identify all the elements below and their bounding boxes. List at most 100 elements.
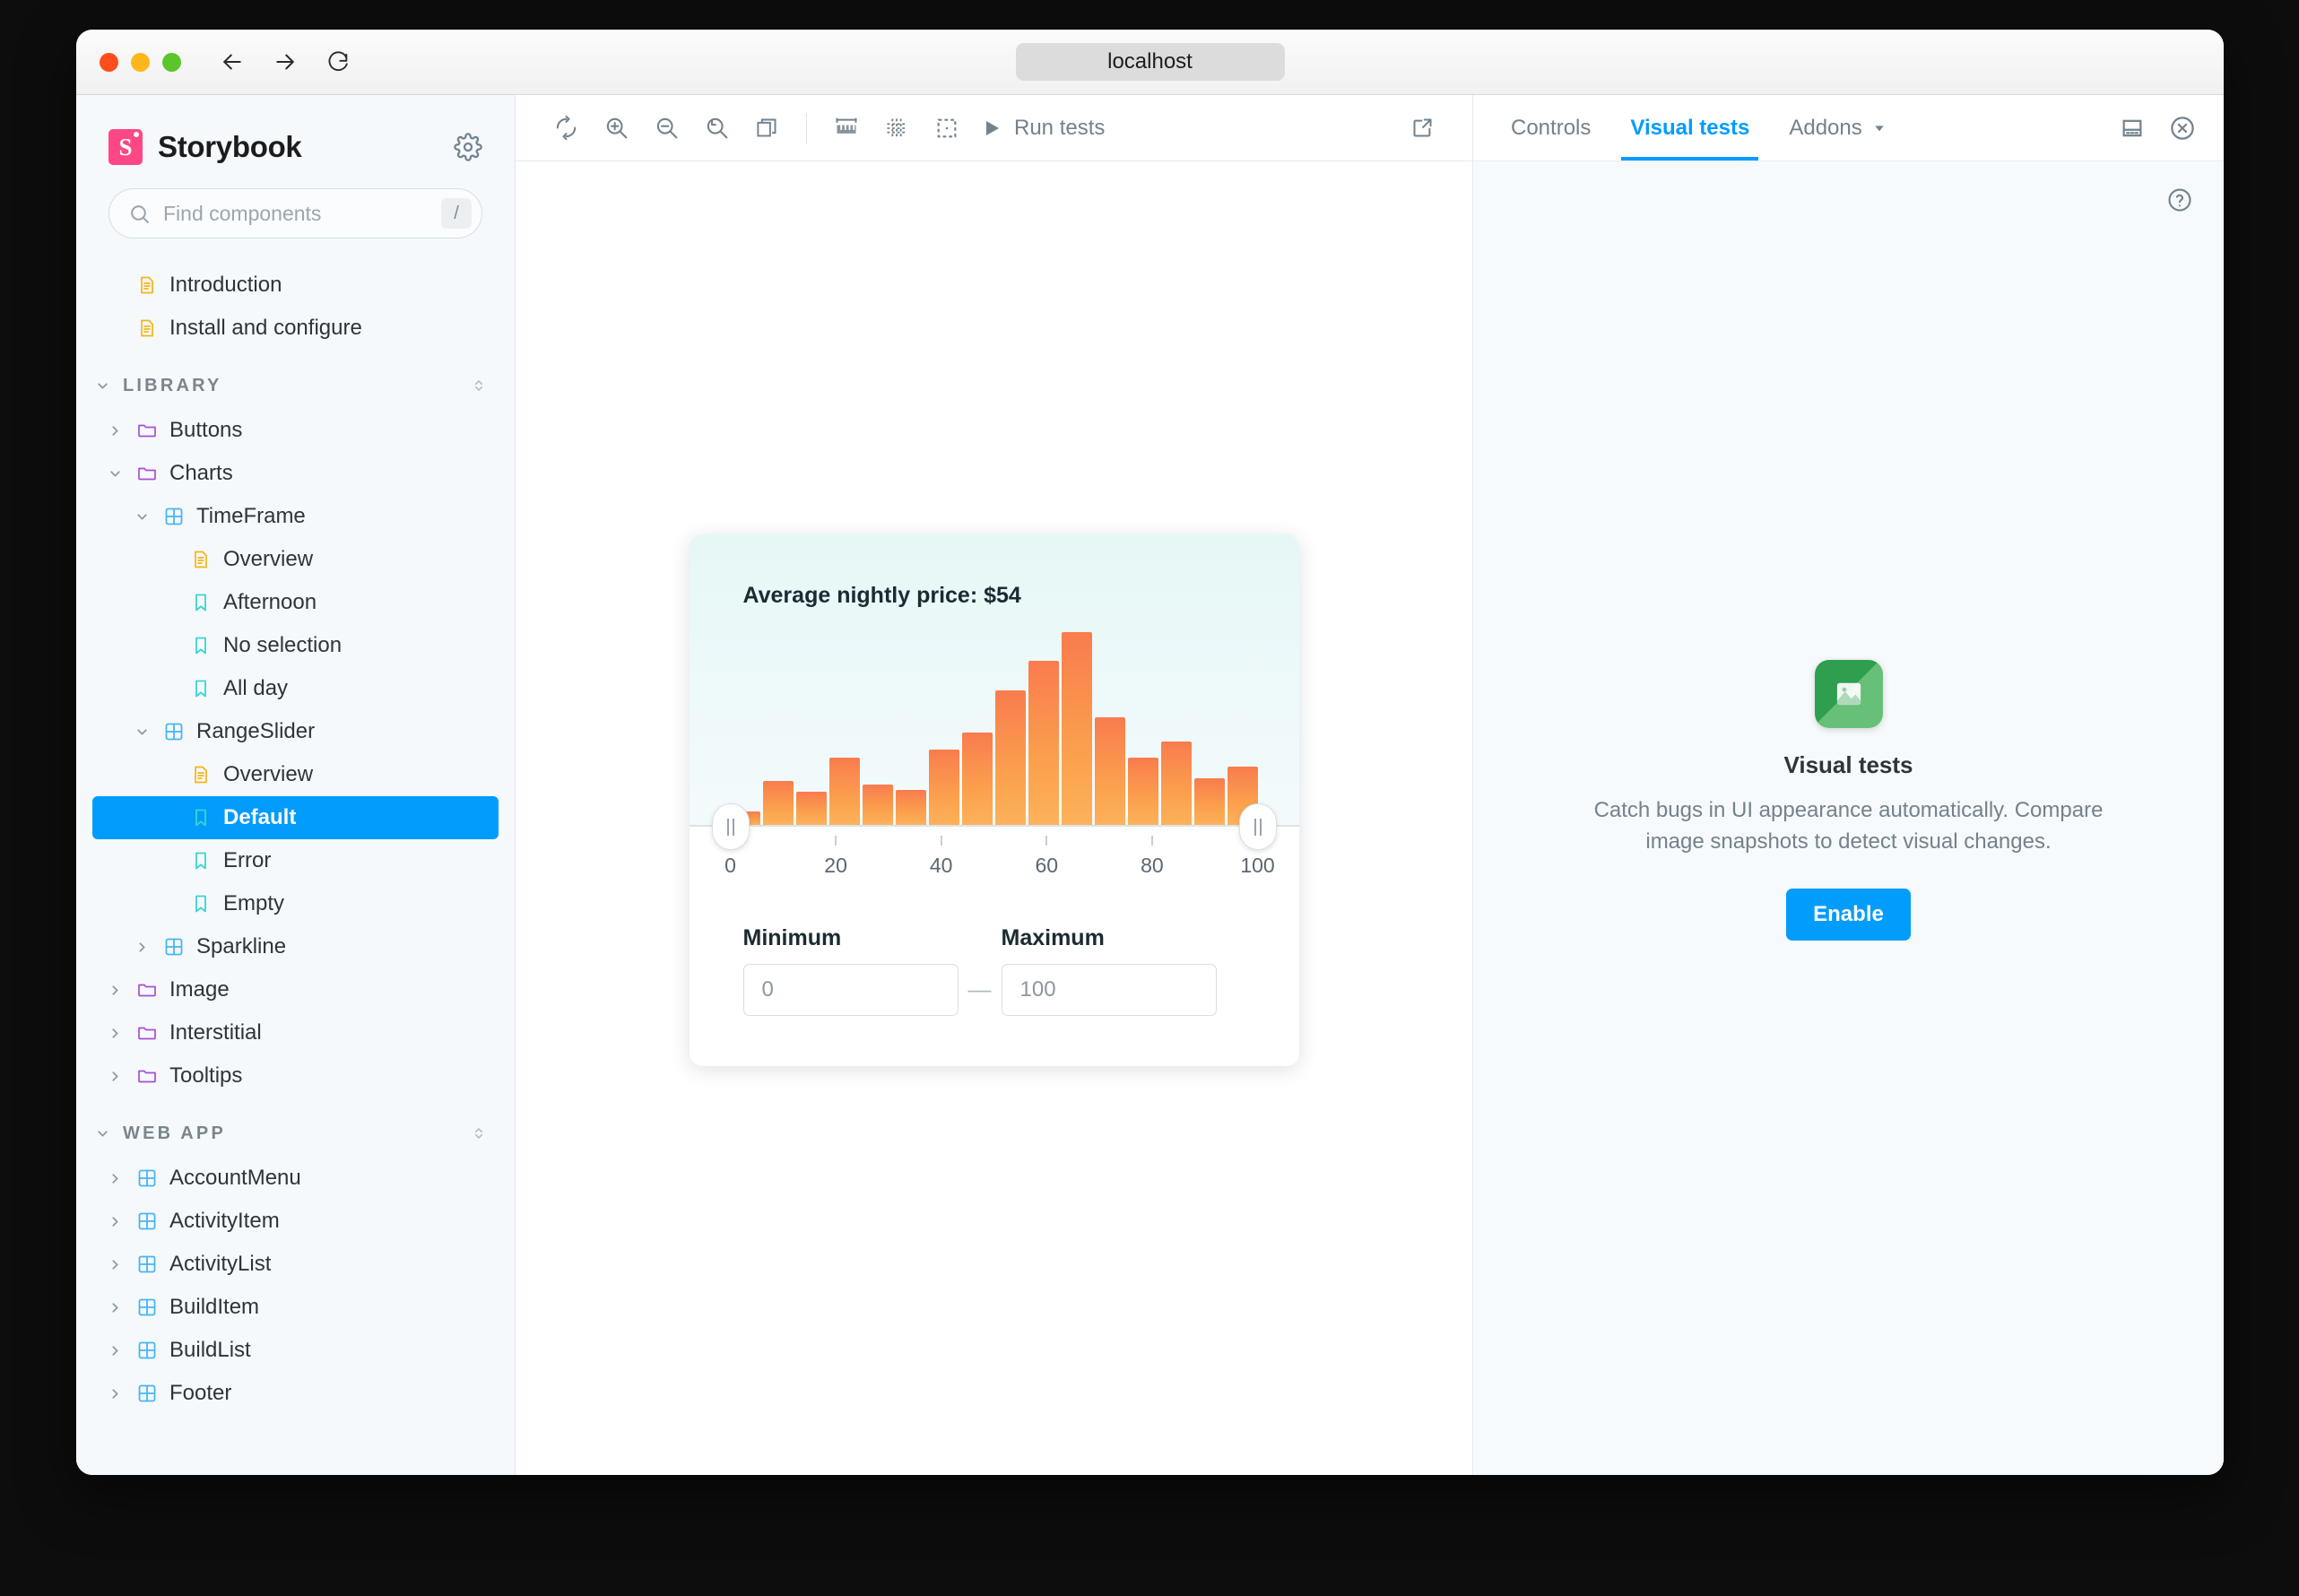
component-icon (162, 506, 186, 527)
sidebar-item-label: Image (169, 977, 230, 1002)
sidebar-item-label: Introduction (169, 273, 282, 297)
sidebar-item-rangeslider[interactable]: RangeSlider (92, 710, 499, 753)
chevron-right-icon[interactable] (105, 1026, 125, 1041)
sidebar-item-interstitial[interactable]: Interstitial (92, 1011, 499, 1054)
sidebar-item-error[interactable]: Error (92, 839, 499, 882)
sidebar-item-no-selection[interactable]: No selection (92, 624, 499, 667)
search-icon (128, 203, 151, 225)
sidebar-item-default[interactable]: Default (92, 796, 499, 839)
sidebar-item-install-and-configure[interactable]: Install and configure (92, 307, 499, 350)
min-handle[interactable] (711, 803, 750, 850)
zoom-reset-icon[interactable] (691, 103, 742, 153)
search-input[interactable] (163, 201, 429, 226)
image-snapshot-icon (1814, 660, 1883, 729)
forward-icon[interactable] (272, 48, 299, 75)
max-handle[interactable] (1238, 803, 1277, 850)
axis-tick (835, 836, 837, 846)
chevron-down-icon[interactable] (105, 466, 125, 481)
chevron-down-icon (1872, 121, 1887, 135)
zoom-in-icon[interactable] (591, 103, 641, 153)
expand-collapse-icon[interactable] (470, 377, 488, 395)
storybook-logo-icon: S (108, 129, 143, 165)
sidebar-item-empty[interactable]: Empty (92, 882, 499, 925)
open-in-new-tab-icon[interactable] (1397, 103, 1447, 153)
tab-visual-tests[interactable]: Visual tests (1610, 95, 1769, 160)
outline-icon[interactable] (922, 103, 972, 153)
sidebar-item-all-day[interactable]: All day (92, 667, 499, 710)
chevron-right-icon[interactable] (105, 1300, 125, 1315)
close-panel-icon[interactable] (2157, 95, 2208, 160)
chevron-right-icon[interactable] (105, 1214, 125, 1229)
sidebar-item-accountmenu[interactable]: AccountMenu (92, 1157, 499, 1200)
chevron-right-icon[interactable] (105, 1386, 125, 1401)
gear-icon[interactable] (454, 133, 482, 161)
expand-collapse-icon[interactable] (470, 1124, 488, 1142)
enable-button[interactable]: Enable (1786, 888, 1911, 941)
chevron-down-icon[interactable] (92, 378, 112, 394)
reload-icon[interactable] (325, 48, 351, 75)
histogram-bar (1127, 758, 1158, 825)
sidebar-item-sparkline[interactable]: Sparkline (92, 925, 499, 968)
histogram-bar (863, 785, 894, 825)
sidebar-item-timeframe[interactable]: TimeFrame (92, 495, 499, 538)
maximum-input[interactable] (1001, 964, 1217, 1016)
run-tests-button[interactable]: Run tests (972, 103, 1117, 153)
component-icon (135, 1210, 159, 1232)
histogram-bar (929, 749, 960, 825)
histogram-chart: Average nightly price: $54 (689, 534, 1299, 827)
chevron-right-icon[interactable] (105, 983, 125, 998)
sidebar-item-buttons[interactable]: Buttons (92, 409, 499, 452)
tab-label: Visual tests (1630, 115, 1750, 140)
remount-icon[interactable] (541, 103, 591, 153)
sidebar-item-introduction[interactable]: Introduction (92, 264, 499, 307)
back-icon[interactable] (219, 48, 246, 75)
window-minimize-button[interactable] (131, 52, 150, 72)
tab-controls[interactable]: Controls (1491, 95, 1610, 160)
range-separator: — (967, 976, 992, 1002)
axis-tick (1150, 836, 1153, 846)
sidebar-item-buildlist[interactable]: BuildList (92, 1329, 499, 1372)
chevron-right-icon[interactable] (105, 1343, 125, 1358)
window-maximize-button[interactable] (162, 52, 181, 72)
browser-window: localhost S Storybook Find components / … (76, 30, 2224, 1475)
zoom-out-icon[interactable] (641, 103, 691, 153)
storybook-brand[interactable]: S Storybook (108, 129, 302, 165)
chevron-right-icon[interactable] (105, 1069, 125, 1084)
sidebar-item-activityitem[interactable]: ActivityItem (92, 1200, 499, 1243)
search-box[interactable]: / (108, 188, 482, 239)
histogram-bar (763, 781, 794, 825)
window-close-button[interactable] (100, 52, 118, 72)
background-icon[interactable] (742, 103, 792, 153)
sidebar-item-overview[interactable]: Overview (92, 538, 499, 581)
chevron-right-icon[interactable] (105, 1257, 125, 1272)
chevron-down-icon[interactable] (132, 509, 152, 525)
url-bar[interactable]: localhost (1015, 43, 1285, 81)
help-icon[interactable] (2166, 186, 2193, 213)
histogram-bars (690, 632, 1299, 825)
measure-icon[interactable] (821, 103, 872, 153)
chevron-right-icon[interactable] (105, 1171, 125, 1186)
sidebar-item-tooltips[interactable]: Tooltips (92, 1054, 499, 1097)
histogram-bar (1061, 632, 1092, 825)
sidebar-item-builditem[interactable]: BuildItem (92, 1286, 499, 1329)
tab-label: Addons (1789, 115, 1862, 140)
grid-icon[interactable] (872, 103, 922, 153)
panel-layout-icon[interactable] (2107, 95, 2157, 160)
chevron-down-icon[interactable] (132, 724, 152, 740)
tab-addons[interactable]: Addons (1769, 95, 1905, 160)
sidebar-group-library[interactable]: LIBRARY (92, 362, 499, 409)
story-icon (189, 678, 213, 699)
chevron-right-icon[interactable] (132, 940, 152, 955)
chevron-right-icon[interactable] (105, 423, 125, 438)
sidebar-item-afternoon[interactable]: Afternoon (92, 581, 499, 624)
minimum-input[interactable] (742, 964, 959, 1016)
sidebar-item-footer[interactable]: Footer (92, 1372, 499, 1415)
sidebar-item-overview[interactable]: Overview (92, 753, 499, 796)
sidebar-item-label: Install and configure (169, 316, 362, 340)
sidebar-header: S Storybook (76, 95, 515, 165)
sidebar-item-charts[interactable]: Charts (92, 452, 499, 495)
sidebar-item-image[interactable]: Image (92, 968, 499, 1011)
chevron-down-icon[interactable] (92, 1126, 112, 1141)
sidebar-group-web-app[interactable]: WEB APP (92, 1110, 499, 1157)
sidebar-item-activitylist[interactable]: ActivityList (92, 1243, 499, 1286)
